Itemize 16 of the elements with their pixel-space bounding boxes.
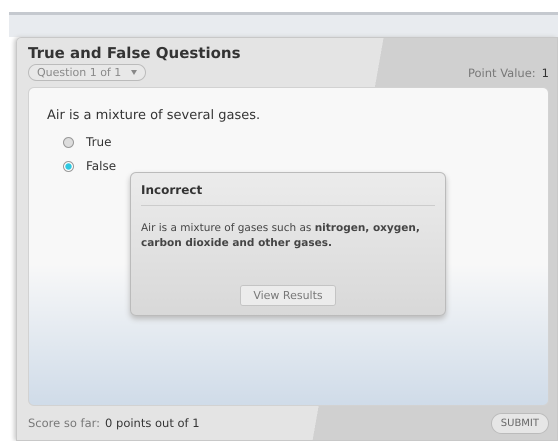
question-dropdown[interactable]: Question 1 of 1: [28, 64, 146, 81]
radio-button[interactable]: [63, 160, 74, 172]
answer-option[interactable]: False: [63, 159, 116, 173]
feedback-title: Incorrect: [141, 183, 435, 206]
view-results-button[interactable]: View Results: [240, 285, 336, 306]
point-value: 1: [542, 66, 549, 80]
caret-icon: [131, 70, 138, 75]
submit-button[interactable]: SUBMIT: [490, 412, 549, 434]
answer-option[interactable]: True: [63, 135, 112, 149]
radio-button[interactable]: [63, 136, 74, 148]
feedback-message: Air is a mixture of gases such as nitrogen, oxygen, carbon dioxide and other gases.: [141, 221, 421, 251]
quiz-title: True and False Questions: [28, 44, 242, 62]
point-value-label: Point Value:: [468, 66, 536, 80]
score-label: Score so far:: [28, 416, 100, 430]
score-value: 0 points out of 1: [105, 416, 200, 430]
question-text: Air is a mixture of several gases.: [47, 108, 262, 123]
